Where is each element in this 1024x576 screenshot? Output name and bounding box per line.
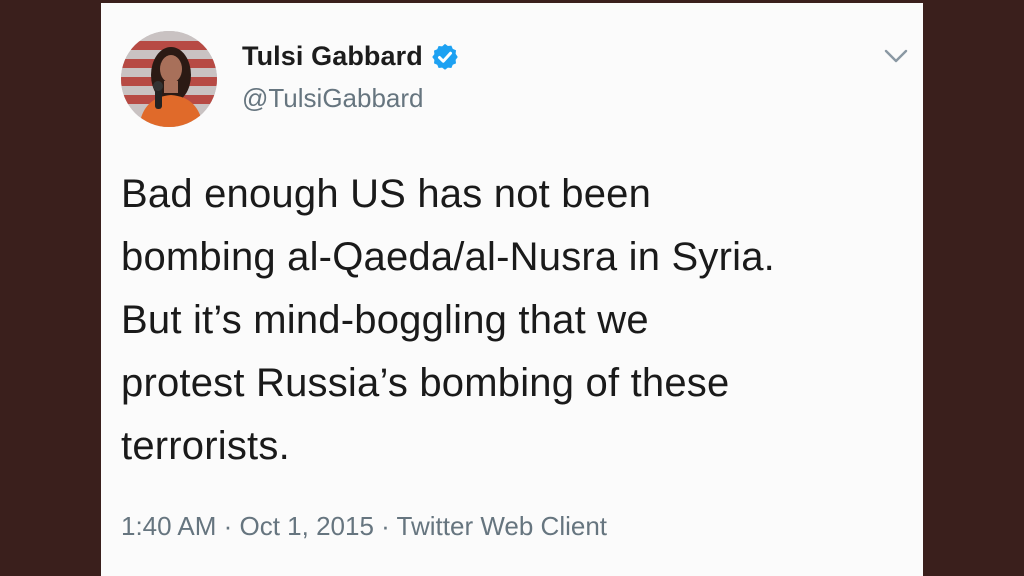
tweet-card: Tulsi Gabbard @TulsiGabbard Bad enough U… — [101, 3, 923, 576]
display-name[interactable]: Tulsi Gabbard — [242, 41, 423, 72]
avatar-photo — [121, 31, 217, 127]
name-row: Tulsi Gabbard — [242, 41, 460, 72]
avatar[interactable] — [121, 31, 217, 127]
screenshot-stage: Tulsi Gabbard @TulsiGabbard Bad enough U… — [0, 0, 1024, 576]
tweet-text: Bad enough US has not been bombing al-Qa… — [121, 172, 775, 468]
tweet-meta: 1:40 AM · Oct 1, 2015 · Twitter Web Clie… — [121, 511, 608, 541]
verified-badge-icon — [432, 43, 458, 70]
chevron-down-icon[interactable] — [883, 47, 909, 65]
user-handle[interactable]: @TulsiGabbard — [242, 83, 424, 114]
